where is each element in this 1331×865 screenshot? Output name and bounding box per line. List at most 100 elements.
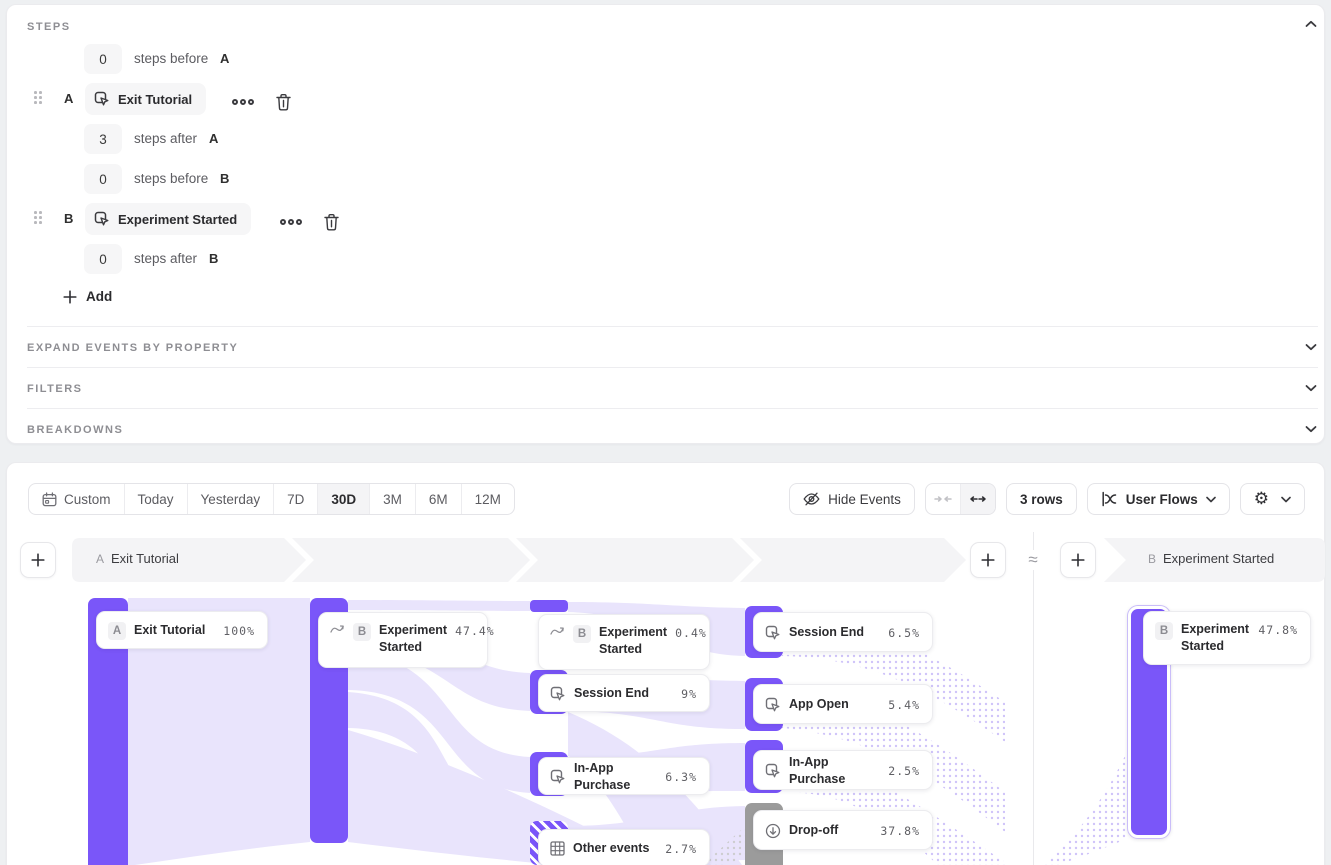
breakdowns-chevron-down-icon[interactable] xyxy=(1305,425,1317,433)
flow-node-percent: 2.7% xyxy=(665,842,697,856)
add-step-label: Add xyxy=(86,289,112,304)
date-range-custom[interactable]: Custom xyxy=(29,484,124,514)
step-a-event-label: Exit Tutorial xyxy=(118,92,192,107)
add-step-button[interactable]: Add xyxy=(63,289,112,304)
flow-node-label: Drop-off xyxy=(789,822,838,839)
date-range-yesterday[interactable]: Yesterday xyxy=(187,484,274,514)
flow-node-percent: 37.8% xyxy=(880,824,920,838)
chevron-down-icon xyxy=(1206,496,1216,503)
step-b-letter: B xyxy=(64,211,73,226)
step-b-delete-trash-icon[interactable] xyxy=(323,213,340,232)
flow-node-percent: 6.3% xyxy=(665,770,697,784)
flow-node-label: Experiment Started xyxy=(1181,621,1250,655)
flow-node-session-end-65[interactable]: Session End 6.5% xyxy=(753,612,933,652)
date-range-custom-label: Custom xyxy=(64,492,111,507)
step-a-letter: A xyxy=(64,91,73,106)
steps-after-b-ref: B xyxy=(209,251,218,266)
flow-node-percent: 47.4% xyxy=(455,622,495,638)
date-range-30d-selected[interactable]: 30D xyxy=(317,484,369,514)
plus-icon xyxy=(31,553,45,567)
column-group-divider xyxy=(1033,532,1034,865)
date-range-12m[interactable]: 12M xyxy=(461,484,514,514)
step-b-drag-handle-icon[interactable] xyxy=(34,211,42,224)
step-badge: A xyxy=(108,622,126,640)
flow-node-experiment-started-04[interactable]: B Experiment Started 0.4% xyxy=(538,614,710,670)
expand-events-section-title: EXPAND EVENTS BY PROPERTY xyxy=(27,342,238,354)
collapse-expand-toggle xyxy=(925,483,996,515)
step-a-drag-handle-icon[interactable] xyxy=(34,91,42,104)
filters-section-title: FILTERS xyxy=(27,383,83,395)
hide-events-label: Hide Events xyxy=(828,492,901,507)
view-type-dropdown[interactable]: User Flows xyxy=(1087,483,1230,515)
steps-after-b-input[interactable]: 0 xyxy=(84,244,122,274)
plus-icon xyxy=(1071,553,1085,567)
steps-after-a-input[interactable]: 3 xyxy=(84,124,122,154)
steps-after-a-ref: A xyxy=(209,131,218,146)
column-header-b-label: Experiment Started xyxy=(1163,551,1274,566)
step-b-more-options-icon[interactable] xyxy=(279,218,303,226)
flow-node-label: In-App Purchase xyxy=(574,760,657,794)
collapse-steps-chevron-up-icon[interactable] xyxy=(1305,20,1317,28)
flow-node-in-app-purchase-25[interactable]: In-App Purchase 2.5% xyxy=(753,750,933,790)
steps-before-b-input[interactable]: 0 xyxy=(84,164,122,194)
steps-before-a-label: steps before xyxy=(134,51,208,66)
flow-node-label: Session End xyxy=(789,624,864,641)
flow-node-other-events[interactable]: Other events 2.7% xyxy=(538,829,710,865)
continuation-curve-icon xyxy=(330,623,345,634)
event-click-icon xyxy=(550,769,566,785)
event-click-icon xyxy=(765,763,781,779)
flow-node-exit-tutorial[interactable]: A Exit Tutorial 100% xyxy=(96,611,268,649)
step-a-more-options-icon[interactable] xyxy=(231,98,255,106)
column-header-a: A Exit Tutorial xyxy=(96,551,179,566)
expand-columns-arrows-out-icon[interactable] xyxy=(960,484,995,514)
user-flows-chart-icon xyxy=(1101,491,1118,507)
step-b-event-chip[interactable]: Experiment Started xyxy=(85,203,251,235)
flow-bar-experiment-started-04[interactable] xyxy=(530,600,568,612)
date-range-7d[interactable]: 7D xyxy=(273,484,317,514)
step-b-event-label: Experiment Started xyxy=(118,212,237,227)
add-column-left-button[interactable] xyxy=(20,542,56,578)
divider xyxy=(27,367,1318,368)
flow-node-drop-off[interactable]: Drop-off 37.8% xyxy=(753,810,933,850)
flow-node-label: Experiment Started xyxy=(379,622,447,656)
filters-chevron-down-icon[interactable] xyxy=(1305,384,1317,392)
date-range-selector: Custom Today Yesterday 7D 30D 3M 6M 12M xyxy=(28,483,515,515)
step-a-delete-trash-icon[interactable] xyxy=(275,93,292,112)
flow-node-in-app-purchase-63[interactable]: In-App Purchase 6.3% xyxy=(538,757,710,795)
step-a-event-chip[interactable]: Exit Tutorial xyxy=(85,83,206,115)
step-badge: B xyxy=(353,623,371,641)
breakdowns-section-title: BREAKDOWNS xyxy=(27,424,123,436)
expand-events-chevron-down-icon[interactable] xyxy=(1305,343,1317,351)
chevron-down-icon xyxy=(1281,496,1291,503)
steps-after-a-label: steps after xyxy=(134,131,197,146)
settings-dropdown[interactable]: ⚙ xyxy=(1240,483,1305,515)
add-column-before-b-button[interactable] xyxy=(1060,542,1096,578)
rows-count-label: 3 rows xyxy=(1020,492,1063,507)
flow-node-session-end-9[interactable]: Session End 9% xyxy=(538,674,710,712)
flow-node-label: Session End xyxy=(574,685,649,702)
plus-icon xyxy=(981,553,995,567)
column-header-a-label: Exit Tutorial xyxy=(111,551,179,566)
steps-panel: STEPS 0 steps before A A Exit Tutorial 3… xyxy=(6,4,1325,444)
flow-node-percent: 47.8% xyxy=(1258,621,1298,637)
date-range-3m[interactable]: 3M xyxy=(369,484,415,514)
flow-node-experiment-started-47[interactable]: B Experiment Started 47.4% xyxy=(318,612,488,668)
date-range-today[interactable]: Today xyxy=(124,484,187,514)
event-click-icon xyxy=(550,686,566,702)
flow-node-experiment-started-final[interactable]: B Experiment Started 47.8% xyxy=(1143,611,1311,665)
collapse-columns-arrows-in-icon[interactable] xyxy=(926,484,960,514)
user-flows-report: { "panel": { "title": "STEPS", "rows": {… xyxy=(0,0,1331,865)
flow-node-percent: 6.5% xyxy=(888,626,920,640)
rows-count-button[interactable]: 3 rows xyxy=(1006,483,1077,515)
flow-node-label: Experiment Started xyxy=(599,624,667,658)
column-header-a-letter: A xyxy=(96,552,104,566)
steps-before-a-input[interactable]: 0 xyxy=(84,44,122,74)
drop-off-arrow-icon xyxy=(765,823,781,839)
hide-events-button[interactable]: Hide Events xyxy=(789,483,915,515)
divider xyxy=(27,408,1318,409)
date-range-6m[interactable]: 6M xyxy=(415,484,461,514)
add-column-after-a-button[interactable] xyxy=(970,542,1006,578)
flow-node-app-open[interactable]: App Open 5.4% xyxy=(753,684,933,724)
flow-node-percent: 0.4% xyxy=(675,624,707,640)
continuation-curve-icon xyxy=(550,625,565,636)
